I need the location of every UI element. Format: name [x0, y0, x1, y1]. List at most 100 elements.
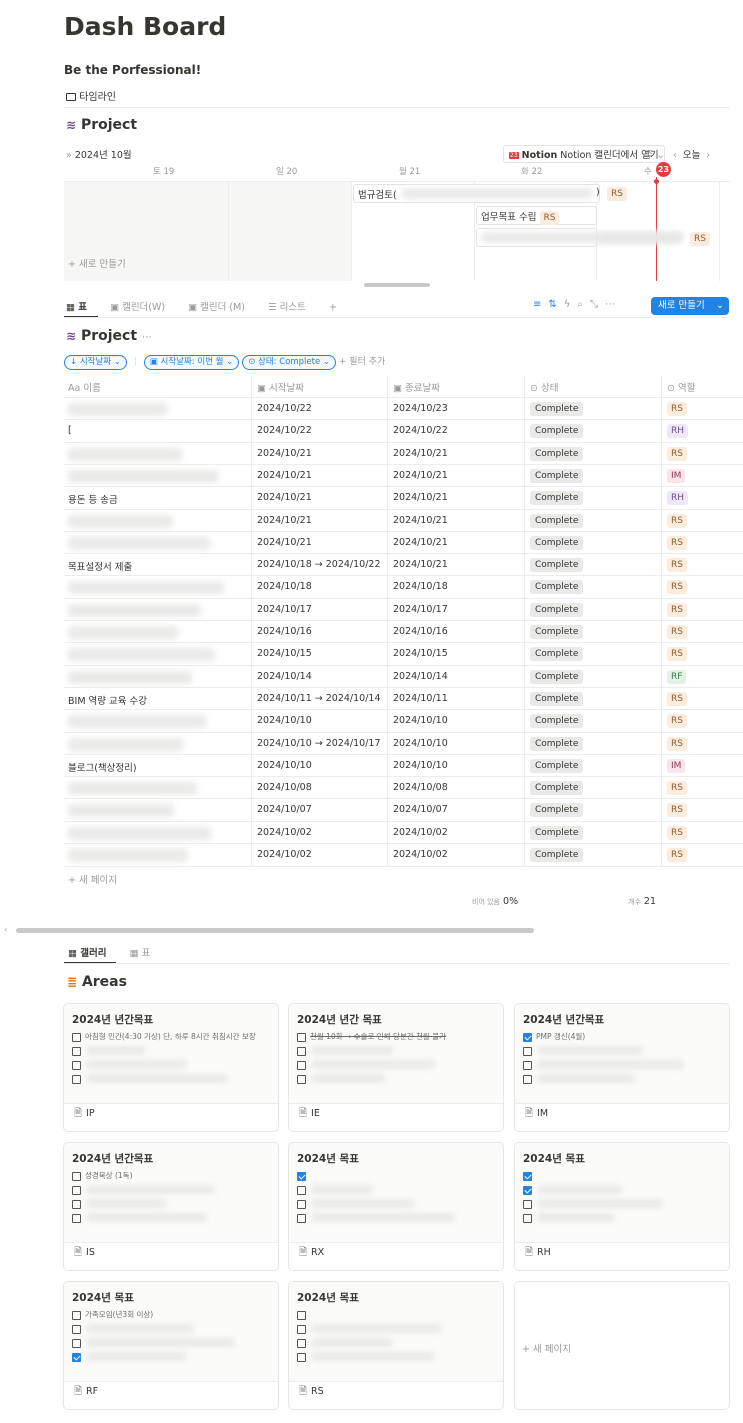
table-row[interactable]: 2024/10/07 2024/10/07 Complete RS	[64, 798, 743, 820]
checkbox[interactable]	[297, 1060, 306, 1070]
table-row[interactable]: 용돈 등 송금 2024/10/21 2024/10/21 Complete RH	[64, 486, 743, 508]
checkbox[interactable]	[72, 1074, 81, 1084]
table-row[interactable]: 2024/10/21 2024/10/21 Complete IM	[64, 463, 743, 486]
timeline-link[interactable]: 타임라인	[66, 88, 116, 103]
table-row[interactable]: 블로그(책상정리) 2024/10/10 2024/10/10 Complete IM	[64, 753, 743, 776]
checkbox[interactable]	[72, 1199, 81, 1209]
area-card[interactable]: 2024년 년간목표 아침형 인간(4:30 기상) 단, 하루 8시간 취침시간…	[63, 1003, 279, 1132]
checkbox[interactable]	[523, 1199, 532, 1209]
checkbox[interactable]	[72, 1338, 81, 1348]
checkbox[interactable]	[523, 1171, 532, 1181]
area-card[interactable]: 2024년 년간목표 PMP 갱신(4월) 🗎 IM	[514, 1003, 730, 1132]
column-header-start[interactable]: ▣ 시작날짜	[257, 380, 304, 394]
table-scrollbar[interactable]: ‹	[4, 925, 743, 934]
column-header-name[interactable]: Aa 이름	[68, 380, 101, 394]
column-header-role[interactable]: ⊙ 역할	[667, 380, 695, 394]
row-name[interactable]: 목표설정서 제출	[68, 559, 132, 573]
more-icon[interactable]: ⋯	[605, 299, 622, 310]
tab-calendar-m[interactable]: ▣ 캘린더 (M)	[188, 302, 255, 313]
table-row[interactable]: 2024/10/21 2024/10/21 Complete RS	[64, 441, 743, 464]
table-row[interactable]: 목표설정서 제출 2024/10/18 → 2024/10/22 2024/10/2…	[64, 553, 743, 575]
checkbox[interactable]	[72, 1032, 81, 1042]
table-row[interactable]: 2024/10/15 2024/10/15 Complete RS	[64, 642, 743, 664]
tab-table[interactable]: ▦ 표	[130, 948, 161, 959]
tab-list[interactable]: ☰ 리스트	[268, 302, 316, 313]
filter-icon[interactable]: ≡	[533, 299, 548, 310]
tab-calendar-w[interactable]: ▣ 캘린더(W)	[110, 302, 175, 313]
checkbox[interactable]	[297, 1324, 306, 1334]
checkbox[interactable]	[297, 1074, 306, 1084]
new-page-button[interactable]: + 새 페이지	[68, 872, 117, 886]
new-page-card[interactable]: + 새 페이지	[514, 1281, 730, 1410]
checkbox[interactable]	[72, 1213, 81, 1223]
table-row[interactable]: 2024/10/10 2024/10/10 Complete RS	[64, 709, 743, 731]
table-row[interactable]: 2024/10/21 2024/10/21 Complete RS	[64, 508, 743, 531]
checkbox[interactable]	[72, 1060, 81, 1070]
area-card[interactable]: 2024년 목표 가족모임(년3회 이상) 🗎 RF	[63, 1281, 279, 1410]
area-card[interactable]: 2024년 목표 🗎 RS	[288, 1281, 504, 1410]
checkbox[interactable]	[72, 1352, 81, 1362]
table-row[interactable]: [2024/10/22 2024/10/22 Complete RH	[64, 419, 743, 441]
checkbox[interactable]	[297, 1338, 306, 1348]
tab-table[interactable]: ▦ 표	[66, 302, 97, 313]
table-row[interactable]: 2024/10/18 2024/10/18 Complete RS	[64, 575, 743, 597]
checkbox[interactable]	[523, 1074, 532, 1084]
add-view-button[interactable]: +	[329, 302, 337, 313]
timeline-bar[interactable]	[476, 228, 681, 247]
new-button[interactable]: 새로 만들기 ⌄	[651, 297, 729, 315]
area-card[interactable]: 2024년 년간 목표 천월 10화 → 수술로 인해 당분간 천월 불가 🗎 IE	[288, 1003, 504, 1132]
checkbox[interactable]	[297, 1352, 306, 1362]
area-card[interactable]: 2024년 목표 🗎 RX	[288, 1142, 504, 1271]
checkbox[interactable]	[523, 1032, 532, 1042]
checkbox[interactable]	[297, 1310, 306, 1320]
timeline-bar[interactable]: 법규검토( )	[353, 184, 600, 203]
checkbox[interactable]	[523, 1060, 532, 1070]
checkbox[interactable]	[297, 1032, 306, 1042]
checkbox[interactable]	[297, 1199, 306, 1209]
column-header-end[interactable]: ▣ 종료날짜	[393, 380, 440, 394]
table-row[interactable]: 2024/10/16 2024/10/16 Complete RS	[64, 620, 743, 642]
automation-icon[interactable]: ϟ	[564, 299, 578, 310]
today-nav[interactable]: ‹ 오늘 ›	[673, 147, 710, 161]
row-name[interactable]: 용돈 등 송금	[68, 492, 118, 506]
expand-icon[interactable]: ⤡	[590, 299, 605, 310]
checkbox[interactable]	[72, 1185, 81, 1195]
filter-pill-date[interactable]: ▣ 시작날짜: 이번 월 ⌄	[143, 355, 240, 370]
filter-pill-status[interactable]: ⊙ 상태: Complete ⌄	[242, 355, 337, 370]
checkbox[interactable]	[523, 1185, 532, 1195]
table-row[interactable]: 2024/10/14 2024/10/14 Complete RF	[64, 664, 743, 687]
table-row[interactable]: 2024/10/10 → 2024/10/17 2024/10/10 Complet…	[64, 731, 743, 754]
tab-gallery[interactable]: ▦ 갤러리	[68, 948, 117, 959]
row-name[interactable]: 블로그(책상정리)	[68, 760, 137, 774]
table-row[interactable]: 2024/10/08 2024/10/08 Complete RS	[64, 776, 743, 798]
table-row[interactable]: 2024/10/22 2024/10/23 Complete RS	[64, 397, 743, 419]
table-row[interactable]: BIM 역량 교육 수강 2024/10/11 → 2024/10/14 2024/…	[64, 686, 743, 709]
sort-icon[interactable]: ⇅	[548, 299, 563, 310]
checkbox[interactable]	[523, 1046, 532, 1056]
checkbox[interactable]	[523, 1213, 532, 1223]
table-row[interactable]: 2024/10/02 2024/10/02 Complete RS	[64, 820, 743, 843]
row-name[interactable]: [	[68, 425, 72, 436]
timeline-bar[interactable]: 업무목표 수립 RS	[476, 206, 597, 225]
table-row[interactable]: 2024/10/02 2024/10/02 Complete RS	[64, 843, 743, 865]
checkbox[interactable]	[297, 1171, 306, 1181]
table-row[interactable]: 2024/10/21 2024/10/21 Complete RS	[64, 530, 743, 553]
area-card[interactable]: 2024년 년간목표 성경묵상 (1독) 🗎 IS	[63, 1142, 279, 1271]
checkbox[interactable]	[72, 1046, 81, 1056]
timeline-new-button[interactable]: + 새로 만들기	[68, 256, 126, 270]
checkbox[interactable]	[297, 1046, 306, 1056]
sort-pill[interactable]: ↓ 시작날짜 ⌄	[64, 355, 127, 370]
checkbox[interactable]	[72, 1310, 81, 1320]
row-name[interactable]: BIM 역량 교육 수강	[68, 693, 147, 707]
column-header-status[interactable]: ⊙ 상태	[530, 380, 558, 394]
add-filter-button[interactable]: + 필터 추가	[339, 357, 385, 367]
timeline-scrollbar[interactable]	[64, 283, 730, 287]
open-calendar-button[interactable]: 23 Notion Notion 캘린더에서 열기	[503, 145, 665, 163]
checkbox[interactable]	[72, 1171, 81, 1181]
table-row[interactable]: 2024/10/17 2024/10/17 Complete RS	[64, 597, 743, 620]
search-icon[interactable]: ⌕	[577, 299, 590, 310]
checkbox[interactable]	[297, 1213, 306, 1223]
view-mode-select[interactable]: 주 ⌄	[645, 147, 665, 161]
checkbox[interactable]	[72, 1324, 81, 1334]
area-card[interactable]: 2024년 목표 🗎 RH	[514, 1142, 730, 1271]
